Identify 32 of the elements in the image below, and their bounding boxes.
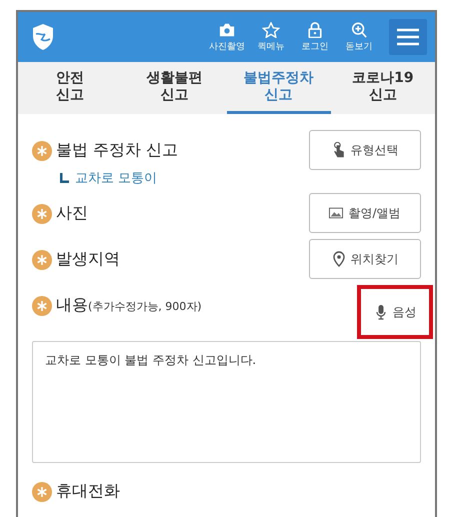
menu-icon: [397, 28, 419, 46]
required-icon: [32, 250, 52, 270]
required-icon: [32, 482, 52, 502]
required-icon: [32, 140, 52, 160]
field-label: 발생지역: [56, 249, 120, 270]
corner-icon: [60, 173, 69, 183]
category-tab[interactable]: 안전 신고: [18, 62, 122, 114]
action-button[interactable]: 위치찾기: [309, 239, 421, 279]
pin-icon: [332, 251, 346, 267]
star-icon: [262, 22, 280, 38]
selected-type: 교차로 모통이: [75, 170, 158, 187]
menu-button[interactable]: [389, 19, 427, 55]
zoom-icon: [350, 22, 368, 38]
category-tab[interactable]: 생활불편 신고: [122, 62, 226, 114]
category-tab[interactable]: 불법주정차 신고: [226, 62, 331, 114]
required-icon: [32, 296, 52, 316]
action-button[interactable]: 촬영/앨범: [309, 193, 421, 233]
shield-logo: [32, 23, 54, 51]
field-label: 불법 주정차 신고: [56, 140, 178, 161]
content-textarea[interactable]: 교차로 모통이 불법 주정차 신고입니다.: [32, 341, 421, 463]
field-label: 휴대전화: [56, 481, 120, 502]
image-icon: [329, 205, 344, 221]
microphone-icon: [374, 304, 388, 320]
required-icon: [32, 204, 52, 224]
camera-icon: [218, 22, 236, 38]
category-tab[interactable]: 코로나19 신고: [330, 62, 435, 114]
lock-icon: [306, 22, 324, 38]
field-label: 내용(추가수정가능, 900자): [56, 295, 202, 316]
field-label: 사진: [56, 203, 88, 224]
action-button[interactable]: 음성: [357, 285, 433, 339]
pointing-hand-icon: [332, 142, 346, 158]
action-button[interactable]: 유형선택: [309, 130, 421, 170]
